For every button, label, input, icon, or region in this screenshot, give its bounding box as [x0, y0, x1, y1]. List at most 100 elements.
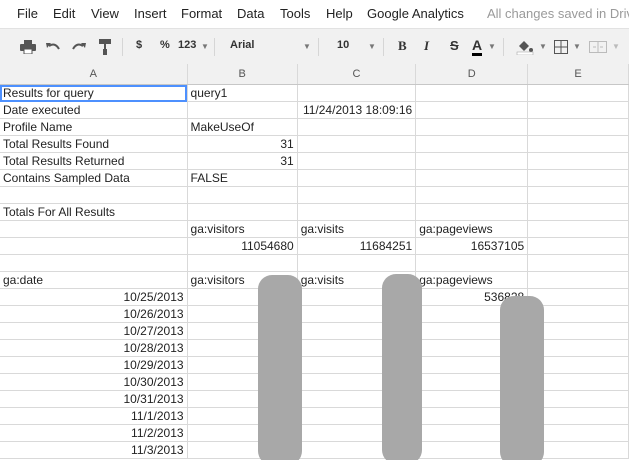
cell-d11[interactable]: [415, 254, 529, 272]
merge-cells-icon[interactable]: [586, 37, 610, 57]
cell-a22[interactable]: 11/3/2013: [0, 441, 188, 459]
column-header-e[interactable]: E: [527, 64, 629, 85]
column-header-d[interactable]: D: [415, 64, 529, 85]
cell-d10[interactable]: 16537105: [415, 237, 529, 255]
cell-b6[interactable]: FALSE: [187, 169, 298, 187]
cell-c10[interactable]: 11684251: [297, 237, 417, 255]
cell-d12[interactable]: ga:pageviews: [415, 271, 529, 289]
borders-icon[interactable]: [551, 37, 571, 57]
fill-color-icon[interactable]: [514, 37, 536, 57]
cell-e8[interactable]: [527, 203, 629, 221]
bold-button[interactable]: B: [398, 38, 407, 56]
cell-d9[interactable]: ga:pageviews: [415, 220, 529, 238]
cell-c2[interactable]: 11/24/2013 18:09:16: [297, 101, 417, 119]
toolbar: $ % 123 ▼ Arial ▼ 10 ▼ B I S A ▼ ▼ ▼ ▼: [0, 28, 629, 66]
cell-d1[interactable]: [415, 84, 529, 102]
cell-c4[interactable]: [297, 135, 417, 153]
column-header-a[interactable]: A: [0, 64, 188, 85]
cell-a1[interactable]: Results for query: [0, 84, 188, 102]
column-header-c[interactable]: C: [297, 64, 417, 85]
cell-e6[interactable]: [527, 169, 629, 187]
cell-b1[interactable]: query1: [187, 84, 298, 102]
cell-e10[interactable]: [527, 237, 629, 255]
cell-d4[interactable]: [415, 135, 529, 153]
cell-c9[interactable]: ga:visits: [297, 220, 417, 238]
cell-c3[interactable]: [297, 118, 417, 136]
cell-a5[interactable]: Total Results Returned: [0, 152, 188, 170]
cell-b11[interactable]: [187, 254, 298, 272]
column-header-b[interactable]: B: [187, 64, 298, 85]
cell-a10[interactable]: [0, 237, 188, 255]
cell-d3[interactable]: [415, 118, 529, 136]
cell-a21[interactable]: 11/2/2013: [0, 424, 188, 442]
cell-c5[interactable]: [297, 152, 417, 170]
cell-e11[interactable]: [527, 254, 629, 272]
cell-e12[interactable]: [527, 271, 629, 289]
cell-e4[interactable]: [527, 135, 629, 153]
cell-e3[interactable]: [527, 118, 629, 136]
cell-b4[interactable]: 31: [187, 135, 298, 153]
cell-c6[interactable]: [297, 169, 417, 187]
cell-e2[interactable]: [527, 101, 629, 119]
cell-d8[interactable]: [415, 203, 529, 221]
cell-a18[interactable]: 10/30/2013: [0, 373, 188, 391]
cell-b2[interactable]: [187, 101, 298, 119]
menu-format[interactable]: Format: [181, 6, 222, 21]
cell-a9[interactable]: [0, 220, 188, 238]
cell-d7[interactable]: [415, 186, 529, 204]
menu-edit[interactable]: Edit: [53, 6, 75, 21]
cell-a14[interactable]: 10/26/2013: [0, 305, 188, 323]
cell-b8[interactable]: [187, 203, 298, 221]
text-color-button[interactable]: A: [472, 37, 483, 56]
more-formats-dropdown[interactable]: 123: [178, 39, 196, 57]
cell-a12[interactable]: ga:date: [0, 271, 188, 289]
cell-b7[interactable]: [187, 186, 298, 204]
menu-tools[interactable]: Tools: [280, 6, 310, 21]
cell-a3[interactable]: Profile Name: [0, 118, 188, 136]
cell-a2[interactable]: Date executed: [0, 101, 188, 119]
italic-button[interactable]: I: [424, 38, 429, 56]
menu-google-analytics[interactable]: Google Analytics: [367, 6, 464, 21]
cell-e1[interactable]: [527, 84, 629, 102]
cell-a15[interactable]: 10/27/2013: [0, 322, 188, 340]
menu-data[interactable]: Data: [237, 6, 264, 21]
undo-icon[interactable]: [43, 37, 63, 57]
cell-a7[interactable]: [0, 186, 188, 204]
paint-format-icon[interactable]: [95, 37, 115, 57]
menu-file[interactable]: File: [17, 6, 38, 21]
cell-b3[interactable]: MakeUseOf: [187, 118, 298, 136]
redo-icon[interactable]: [69, 37, 89, 57]
print-icon[interactable]: [18, 37, 38, 57]
cell-b10[interactable]: 11054680: [187, 237, 298, 255]
cell-b5[interactable]: 31: [187, 152, 298, 170]
menu-insert[interactable]: Insert: [134, 6, 167, 21]
cell-a8[interactable]: Totals For All Results: [0, 203, 188, 221]
cell-c11[interactable]: [297, 254, 417, 272]
cell-e9[interactable]: [527, 220, 629, 238]
cell-a16[interactable]: 10/28/2013: [0, 339, 188, 357]
cell-d5[interactable]: [415, 152, 529, 170]
percent-format-button[interactable]: %: [160, 39, 170, 57]
cell-a13[interactable]: 10/25/2013: [0, 288, 188, 306]
cell-d2[interactable]: [415, 101, 529, 119]
font-family-dropdown[interactable]: Arial: [230, 39, 254, 57]
font-size-dropdown[interactable]: 10: [337, 39, 349, 57]
cell-a4[interactable]: Total Results Found: [0, 135, 188, 153]
currency-format-button[interactable]: $: [136, 39, 142, 57]
cell-c1[interactable]: [297, 84, 417, 102]
cell-c7[interactable]: [297, 186, 417, 204]
cell-b9[interactable]: ga:visitors: [187, 220, 298, 238]
cell-e7[interactable]: [527, 186, 629, 204]
strikethrough-button[interactable]: S: [450, 38, 459, 56]
menu-view[interactable]: View: [91, 6, 119, 21]
cell-e13[interactable]: [527, 288, 629, 306]
cell-a6[interactable]: Contains Sampled Data: [0, 169, 188, 187]
cell-c8[interactable]: [297, 203, 417, 221]
cell-a11[interactable]: [0, 254, 188, 272]
menu-help[interactable]: Help: [326, 6, 353, 21]
cell-a17[interactable]: 10/29/2013: [0, 356, 188, 374]
cell-d6[interactable]: [415, 169, 529, 187]
cell-a20[interactable]: 11/1/2013: [0, 407, 188, 425]
cell-a19[interactable]: 10/31/2013: [0, 390, 188, 408]
cell-e5[interactable]: [527, 152, 629, 170]
